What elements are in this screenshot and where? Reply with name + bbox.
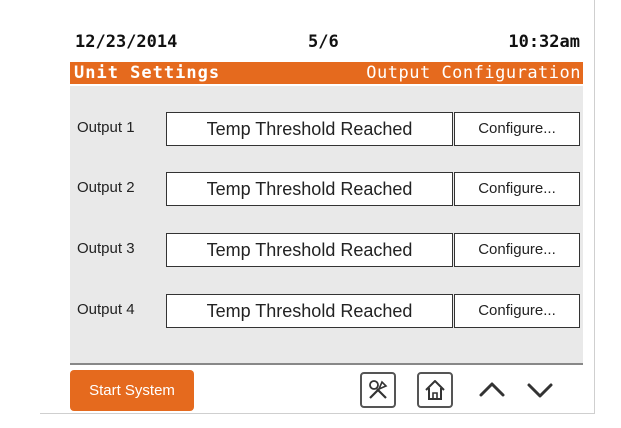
output-function-select[interactable]: Temp Threshold Reached [166, 294, 453, 328]
status-date: 12/23/2014 [75, 32, 178, 52]
output-label: Output 3 [77, 240, 135, 257]
tools-icon [369, 380, 388, 399]
home-icon [425, 380, 445, 400]
footer-divider [70, 363, 583, 365]
output-label: Output 2 [77, 179, 135, 196]
output-label: Output 4 [77, 301, 135, 318]
status-bar: 12/23/2014 5/6 10:32am [75, 32, 580, 54]
start-system-button[interactable]: Start System [70, 370, 194, 411]
configure-button[interactable]: Configure... [454, 294, 580, 328]
configure-button[interactable]: Configure... [454, 233, 580, 267]
output-row: Output 1 Temp Threshold Reached Configur… [70, 112, 583, 146]
chevron-up-icon [479, 382, 505, 397]
output-list: Output 1 Temp Threshold Reached Configur… [70, 86, 583, 363]
output-label: Output 1 [77, 119, 135, 136]
output-row: Output 2 Temp Threshold Reached Configur… [70, 172, 583, 206]
home-button[interactable] [417, 372, 453, 408]
output-function-select[interactable]: Temp Threshold Reached [166, 172, 453, 206]
scroll-up-button[interactable] [477, 375, 507, 405]
page-title: Output Configuration [366, 63, 581, 83]
output-function-select[interactable]: Temp Threshold Reached [166, 233, 453, 267]
tools-button[interactable] [360, 372, 396, 408]
device-screen: 12/23/2014 5/6 10:32am Unit Settings Out… [40, 0, 595, 414]
configure-button[interactable]: Configure... [454, 172, 580, 206]
chevron-down-icon [527, 383, 553, 398]
title-bar: Unit Settings Output Configuration [70, 62, 583, 84]
output-row: Output 4 Temp Threshold Reached Configur… [70, 294, 583, 328]
status-page-indicator: 5/6 [308, 32, 339, 52]
configure-button[interactable]: Configure... [454, 112, 580, 146]
menu-title: Unit Settings [74, 63, 221, 83]
output-function-select[interactable]: Temp Threshold Reached [166, 112, 453, 146]
scroll-down-button[interactable] [525, 375, 555, 405]
status-time: 10:32am [508, 32, 580, 52]
output-row: Output 3 Temp Threshold Reached Configur… [70, 233, 583, 267]
